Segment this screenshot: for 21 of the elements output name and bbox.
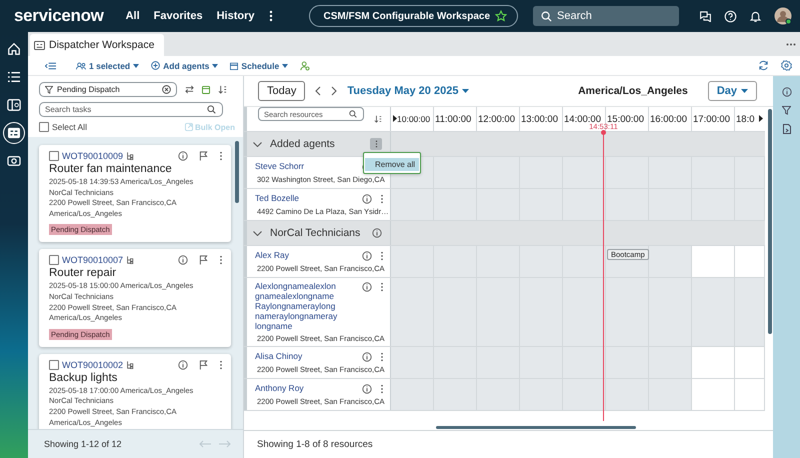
task-count: Showing 1-12 of 12: [44, 439, 122, 449]
filter-value: Pending Dispatch: [57, 85, 121, 94]
select-all-label: Select All: [52, 122, 87, 132]
resource-count: Showing 1-8 of 8 resources: [257, 439, 373, 450]
hour-label: 12:00:00: [478, 114, 515, 124]
hour-label: 18:0: [736, 114, 754, 124]
group-title: Added agents: [270, 138, 336, 150]
tab-title: Dispatcher Workspace: [49, 39, 154, 51]
hour-label: 15:00:00: [607, 114, 644, 124]
hour-label: 16:00:00: [650, 114, 687, 124]
task-title: Backup lights: [49, 370, 118, 386]
hour-label: 10:00:00: [397, 114, 430, 124]
task-title: Router fan maintenance: [49, 162, 173, 177]
hour-label: 17:00:00: [693, 114, 730, 124]
workspace-title: CSM/FSM Configurable Workspace: [324, 10, 490, 22]
timezone-label: America/Los_Angeles: [578, 85, 688, 97]
task-title: Router repair: [49, 266, 118, 282]
hour-label: 13:00:00: [521, 114, 558, 124]
group-title: NorCal Technicians: [270, 227, 362, 239]
hour-label: 14:00:00: [564, 114, 601, 124]
hour-label: 11:00:00: [435, 114, 472, 124]
